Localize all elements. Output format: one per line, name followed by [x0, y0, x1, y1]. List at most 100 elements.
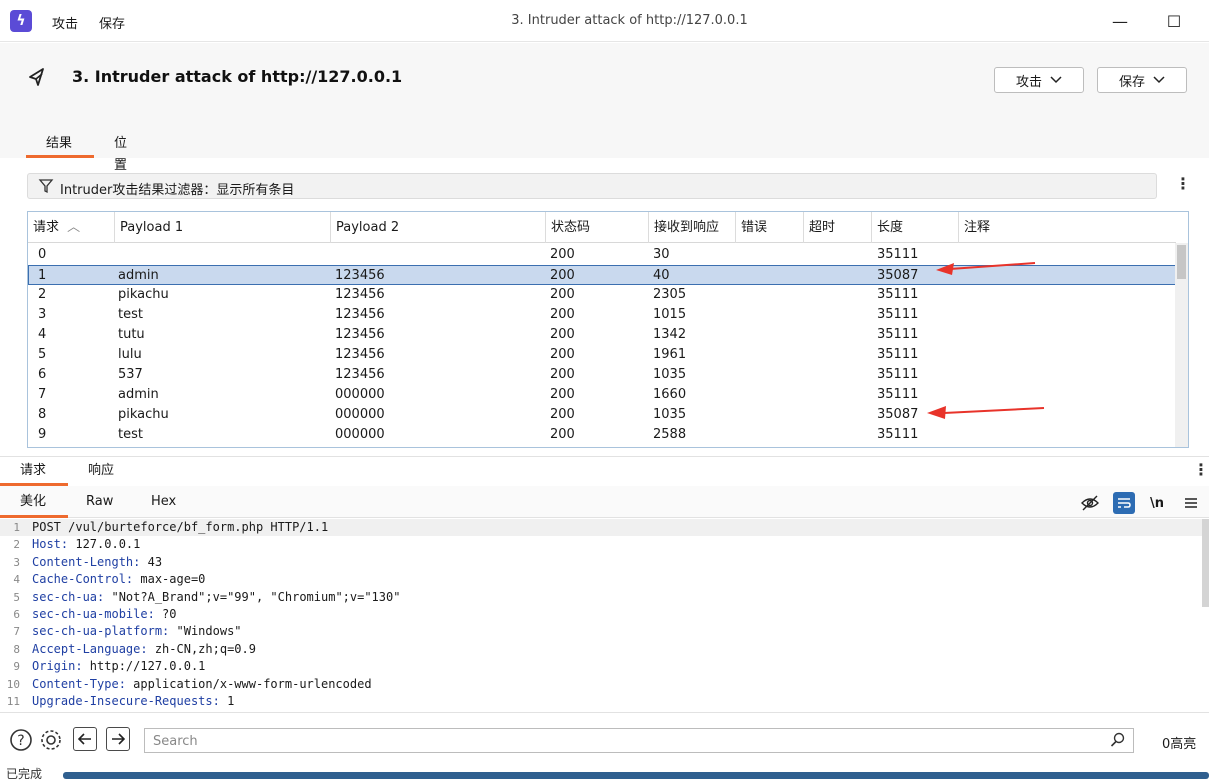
- cell-payload2: 000000: [335, 407, 385, 422]
- save-dropdown-button[interactable]: 保存: [1097, 67, 1187, 93]
- cell-status: 200: [550, 307, 575, 322]
- status-text: 已完成: [6, 767, 43, 781]
- table-row[interactable]: 3 test 123456 200 1015 35111: [28, 305, 1176, 325]
- table-row[interactable]: 5 lulu 123456 200 1961 35111: [28, 345, 1176, 365]
- tab-pretty[interactable]: 美化: [0, 486, 68, 518]
- code-line[interactable]: 7 sec-ch-ua-platform: "Windows": [0, 623, 1203, 640]
- save-button-label: 保存: [1118, 74, 1145, 90]
- code-line[interactable]: 6 sec-ch-ua-mobile: ?0: [0, 606, 1203, 623]
- header-value: zh-CN,zh;q=0.9: [147, 641, 256, 656]
- cell-request: 0: [38, 247, 47, 262]
- cell-request: 5: [38, 347, 47, 362]
- cell-payload1: admin: [118, 387, 159, 402]
- previous-arrow-icon[interactable]: [73, 727, 97, 751]
- filter-more-icon[interactable]: ⋮: [1175, 176, 1191, 194]
- column-timeout[interactable]: 超时: [804, 212, 872, 243]
- code-line[interactable]: 4 Cache-Control: max-age=0: [0, 571, 1203, 588]
- cell-status: 200: [550, 427, 575, 442]
- line-number: 3: [13, 555, 20, 569]
- cell-payload1: test: [118, 307, 143, 322]
- request-response-tabs: 请求 响应 ⋮: [0, 456, 1209, 486]
- maximize-button[interactable]: ☐: [1159, 8, 1189, 34]
- table-row[interactable]: 6 537 123456 200 1035 35111: [28, 365, 1176, 385]
- filter-label: Intruder攻击结果过滤器：显示所有条目: [60, 183, 295, 198]
- newline-icon[interactable]: \n: [1146, 492, 1168, 514]
- cell-payload2: 000000: [335, 427, 385, 442]
- editor-scrollbar[interactable]: [1202, 519, 1209, 607]
- line-number: 11: [6, 695, 20, 708]
- panel-more-icon[interactable]: ⋮: [1193, 462, 1209, 480]
- menu-icon[interactable]: [1180, 492, 1202, 514]
- cell-response-received: 40: [653, 268, 670, 283]
- column-error[interactable]: 错误: [736, 212, 804, 243]
- table-row[interactable]: 4 tutu 123456 200 1342 35111: [28, 325, 1176, 345]
- header-key: Cache-Control:: [32, 572, 134, 587]
- column-status[interactable]: 状态码: [546, 212, 649, 243]
- tab-raw[interactable]: Raw: [66, 486, 133, 518]
- column-payload2[interactable]: Payload 2: [331, 212, 546, 243]
- column-request-label: 请求: [33, 220, 60, 235]
- page-title: 3. Intruder attack of http://127.0.0.1: [72, 67, 403, 86]
- cell-request: 2: [38, 287, 47, 302]
- request-editor[interactable]: 1 POST /vul/burteforce/bf_form.php HTTP/1…: [0, 519, 1209, 711]
- code-line[interactable]: 9 Origin: http://127.0.0.1: [0, 658, 1203, 675]
- column-length[interactable]: 长度: [872, 212, 959, 243]
- wrap-lines-icon[interactable]: [1113, 492, 1135, 514]
- code-text: Content-Length: 43: [32, 554, 162, 571]
- line-number: 6: [13, 608, 20, 621]
- settings-gear-icon[interactable]: [38, 727, 64, 753]
- cell-status: 200: [550, 287, 575, 302]
- next-arrow-icon[interactable]: [106, 727, 130, 751]
- cell-payload2: 123456: [335, 327, 385, 342]
- cell-length: 35111: [877, 387, 919, 402]
- code-line[interactable]: 8 Accept-Language: zh-CN,zh;q=0.9: [0, 641, 1203, 658]
- header-value: http://127.0.0.1: [82, 659, 206, 674]
- tab-positions[interactable]: 位置: [94, 133, 147, 173]
- code-line[interactable]: 5 sec-ch-ua: "Not?A_Brand";v="99", "Chrom…: [0, 589, 1203, 606]
- line-number: 9: [13, 660, 20, 674]
- help-icon[interactable]: ?: [8, 727, 34, 753]
- table-row[interactable]: 2 pikachu 123456 200 2305 35111: [28, 285, 1176, 305]
- header-value: 1: [219, 694, 235, 708]
- search-box[interactable]: [144, 728, 1134, 753]
- header-key: Host:: [32, 537, 69, 552]
- code-line[interactable]: 2 Host: 127.0.0.1: [0, 536, 1203, 553]
- search-input[interactable]: [153, 734, 1093, 749]
- header-value: ?0: [154, 607, 177, 621]
- header-key: sec-ch-ua-platform:: [32, 624, 170, 639]
- hide-icon[interactable]: [1079, 492, 1101, 514]
- column-response-received[interactable]: 接收到响应: [649, 212, 736, 243]
- cell-status: 200: [550, 327, 575, 342]
- page-header: 3. Intruder attack of http://127.0.0.1 攻…: [0, 43, 1209, 158]
- svg-text:?: ?: [17, 733, 24, 749]
- code-text: Upgrade-Insecure-Requests: 1: [32, 693, 234, 710]
- tab-results[interactable]: 结果: [26, 133, 94, 158]
- line-number: 10: [6, 677, 20, 691]
- table-row[interactable]: 9 test 000000 200 2588 35111: [28, 425, 1176, 445]
- header-value: max-age=0: [133, 572, 206, 587]
- table-scrollbar[interactable]: [1175, 243, 1188, 447]
- attack-dropdown-button[interactable]: 攻击: [994, 67, 1084, 93]
- search-icon[interactable]: [1110, 732, 1126, 748]
- code-text: Accept-Language: zh-CN,zh;q=0.9: [32, 641, 256, 658]
- column-request[interactable]: 请求 ︿: [28, 212, 115, 243]
- code-text: Content-Type: application/x-www-form-url…: [32, 676, 372, 693]
- header-key: Content-Type:: [32, 676, 126, 691]
- minimize-button[interactable]: —: [1105, 8, 1135, 34]
- table-scrollbar-thumb[interactable]: [1177, 245, 1186, 279]
- column-payload1[interactable]: Payload 1: [115, 212, 331, 243]
- filter-bar[interactable]: Intruder攻击结果过滤器：显示所有条目: [27, 173, 1157, 199]
- cell-length: 35111: [877, 327, 919, 342]
- header-value: "Windows": [169, 624, 242, 639]
- code-line[interactable]: 1 POST /vul/burteforce/bf_form.php HTTP/1…: [0, 519, 1203, 537]
- code-line[interactable]: 10 Content-Type: application/x-www-form-u…: [0, 676, 1203, 693]
- tab-hex[interactable]: Hex: [131, 486, 196, 518]
- code-line[interactable]: 3 Content-Length: 43: [0, 554, 1203, 571]
- column-comment[interactable]: 注释: [959, 212, 1176, 243]
- tab-response[interactable]: 响应: [68, 457, 134, 486]
- cell-payload1: pikachu: [118, 407, 169, 422]
- tab-request[interactable]: 请求: [0, 457, 68, 486]
- line-number: 4: [13, 573, 20, 587]
- code-line[interactable]: 11 Upgrade-Insecure-Requests: 1: [0, 693, 1203, 710]
- title-bar: ϟ 攻击 保存 3. Intruder attack of http://127…: [0, 0, 1209, 42]
